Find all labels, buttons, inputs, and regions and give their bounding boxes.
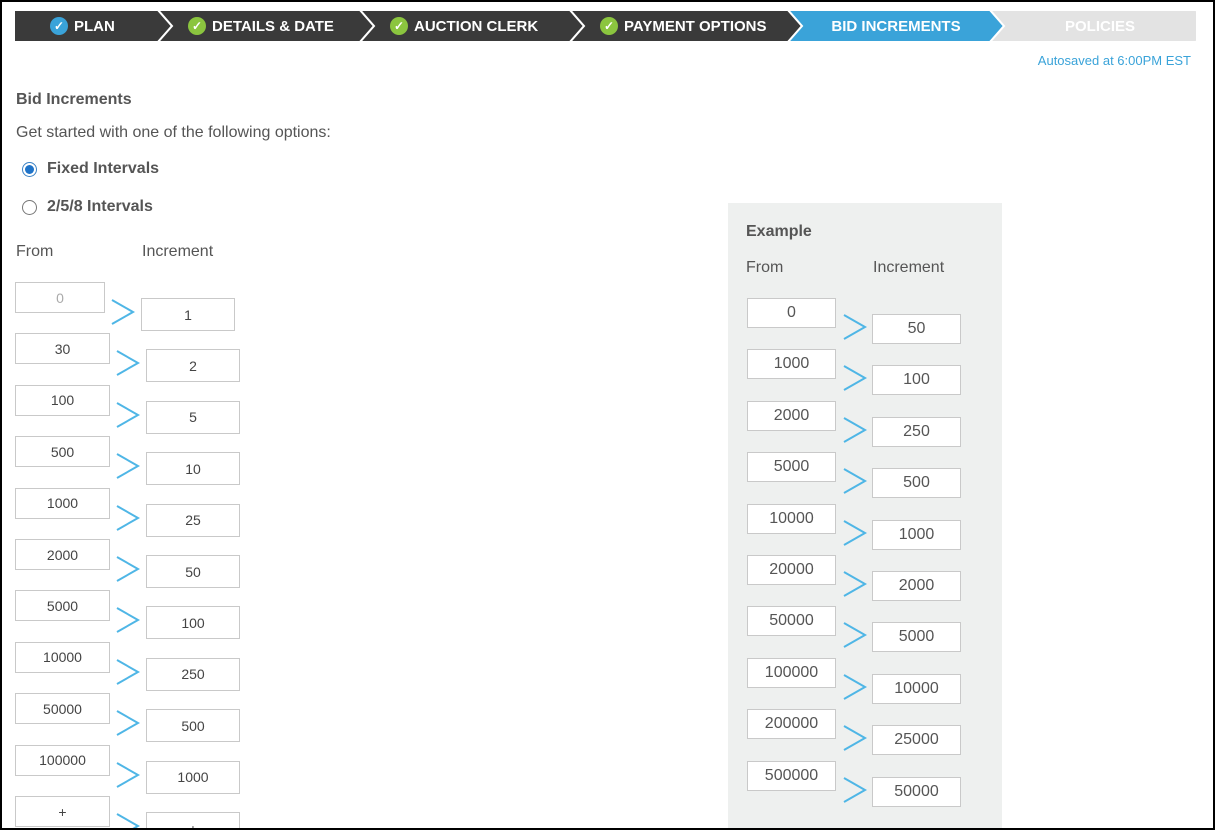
- example-increment-value: 25000: [872, 725, 961, 756]
- chevron-right-icon: [843, 314, 868, 340]
- chevron-right-icon: [116, 453, 141, 480]
- example-increment-value: 250: [872, 416, 961, 447]
- example-from-value: 500000: [747, 760, 836, 791]
- section-intro: Get started with one of the following op…: [16, 124, 331, 141]
- step-3[interactable]: ✓ AUCTION CLERK: [390, 10, 538, 42]
- example-title: Example: [746, 223, 812, 240]
- example-increment-label: Increment: [873, 259, 945, 276]
- example-from-value: 50000: [747, 606, 836, 637]
- increment-input[interactable]: 5: [146, 400, 240, 434]
- step-6[interactable]: POLICIES: [1065, 10, 1135, 42]
- from-input[interactable]: 500: [15, 436, 110, 468]
- from-input[interactable]: 100: [15, 384, 110, 416]
- step-label: PAYMENT OPTIONS: [624, 17, 767, 35]
- check-icon: ✓: [188, 17, 206, 35]
- example-from-value: 0: [747, 298, 836, 328]
- example-from-label: From: [746, 259, 784, 276]
- page-frame: ✓ PLAN ✓ DETAILS & DATE ✓ AUCTION CLERK ✓ PAYME…: [2, 2, 1213, 828]
- example-from-value: 5000: [747, 452, 836, 483]
- chevron-right-icon: [843, 468, 868, 495]
- step-label: PLAN: [74, 17, 115, 35]
- step-5[interactable]: BID INCREMENTS: [831, 10, 960, 42]
- 258-intervals-label: 2/5/8 Intervals: [47, 198, 153, 215]
- chevron-right-icon: [843, 776, 868, 803]
- example-from-value: 1000: [747, 349, 836, 380]
- chevron-right-icon: [843, 673, 868, 700]
- chevron-right-icon: [116, 350, 141, 377]
- from-input[interactable]: +: [15, 796, 110, 827]
- chevron-right-icon: [116, 504, 141, 531]
- editor-from-label: From: [16, 243, 54, 260]
- increment-input[interactable]: 250: [146, 657, 240, 691]
- wizard-stepper: ✓ PLAN ✓ DETAILS & DATE ✓ AUCTION CLERK ✓ PAYME…: [14, 10, 1196, 42]
- example-from-value: 200000: [747, 709, 836, 740]
- increment-input[interactable]: 25: [146, 503, 240, 537]
- check-icon: ✓: [600, 17, 618, 35]
- autosave-status: Autosaved at 6:00PM EST: [1037, 53, 1191, 68]
- example-increment-value: 10000: [872, 673, 961, 704]
- from-input[interactable]: 2000: [15, 539, 110, 570]
- step-4[interactable]: ✓ PAYMENT OPTIONS: [600, 10, 767, 42]
- increment-input[interactable]: 10: [146, 452, 240, 486]
- chevron-right-icon: [843, 365, 868, 392]
- from-input[interactable]: 100000: [15, 744, 110, 776]
- example-increment-value: 100: [872, 365, 961, 396]
- example-increment-value: 5000: [872, 622, 961, 653]
- chevron-right-icon: [116, 761, 141, 788]
- example-panel: Example From Increment 0 50 1000 100 2000 250…: [728, 203, 1002, 828]
- chevron-right-icon: [116, 813, 141, 828]
- chevron-right-icon: [843, 519, 868, 546]
- example-increment-value: 50: [872, 314, 961, 344]
- step-label: POLICIES: [1064, 17, 1136, 35]
- section-title: Bid Increments: [16, 91, 132, 108]
- increment-input[interactable]: 1000: [146, 760, 240, 794]
- chevron-right-icon: [116, 401, 141, 428]
- increment-input[interactable]: 2: [146, 349, 240, 383]
- check-icon: ✓: [390, 17, 408, 35]
- example-from-value: 20000: [747, 555, 836, 585]
- from-input[interactable]: 30: [15, 333, 110, 365]
- step-label: AUCTION CLERK: [414, 17, 539, 35]
- chevron-right-icon: [843, 725, 868, 752]
- fixed-intervals-radio[interactable]: [22, 161, 37, 177]
- example-from-value: 100000: [747, 657, 836, 688]
- chevron-right-icon: [843, 571, 868, 597]
- chevron-right-icon: [843, 416, 868, 443]
- increment-input[interactable]: 500: [146, 709, 240, 743]
- example-increment-value: 500: [872, 468, 961, 499]
- from-input[interactable]: 1000: [15, 487, 110, 519]
- example-increment-value: 1000: [872, 519, 961, 550]
- example-from-value: 2000: [747, 400, 836, 431]
- increment-input[interactable]: +: [146, 812, 240, 828]
- example-from-value: 10000: [747, 503, 836, 534]
- from-input[interactable]: 0: [15, 282, 105, 313]
- increment-input[interactable]: 100: [146, 606, 240, 640]
- example-increment-value: 2000: [872, 571, 961, 601]
- increment-input[interactable]: 1: [141, 298, 235, 331]
- chevron-right-icon: [116, 710, 141, 737]
- chevron-right-icon: [843, 622, 868, 649]
- step-label: DETAILS & DATE: [212, 17, 334, 35]
- step-2[interactable]: ✓ DETAILS & DATE: [188, 10, 334, 42]
- from-input[interactable]: 5000: [15, 590, 110, 622]
- 258-intervals-radio[interactable]: [22, 199, 37, 215]
- chevron-right-icon: [116, 556, 141, 582]
- check-icon: ✓: [50, 17, 68, 35]
- step-1[interactable]: ✓ PLAN: [50, 10, 115, 42]
- from-input[interactable]: 10000: [15, 641, 110, 673]
- option-258-intervals[interactable]: 2/5/8 Intervals: [22, 198, 153, 216]
- increment-input[interactable]: 50: [146, 555, 240, 588]
- editor-increment-label: Increment: [142, 243, 214, 260]
- from-input[interactable]: 50000: [15, 693, 110, 725]
- fixed-intervals-label: Fixed Intervals: [47, 160, 160, 177]
- chevron-right-icon: [116, 658, 141, 685]
- chevron-right-icon: [111, 299, 136, 325]
- step-label: BID INCREMENTS: [831, 17, 961, 35]
- option-fixed-intervals[interactable]: Fixed Intervals: [22, 160, 159, 178]
- example-increment-value: 50000: [872, 776, 961, 807]
- chevron-right-icon: [116, 607, 141, 634]
